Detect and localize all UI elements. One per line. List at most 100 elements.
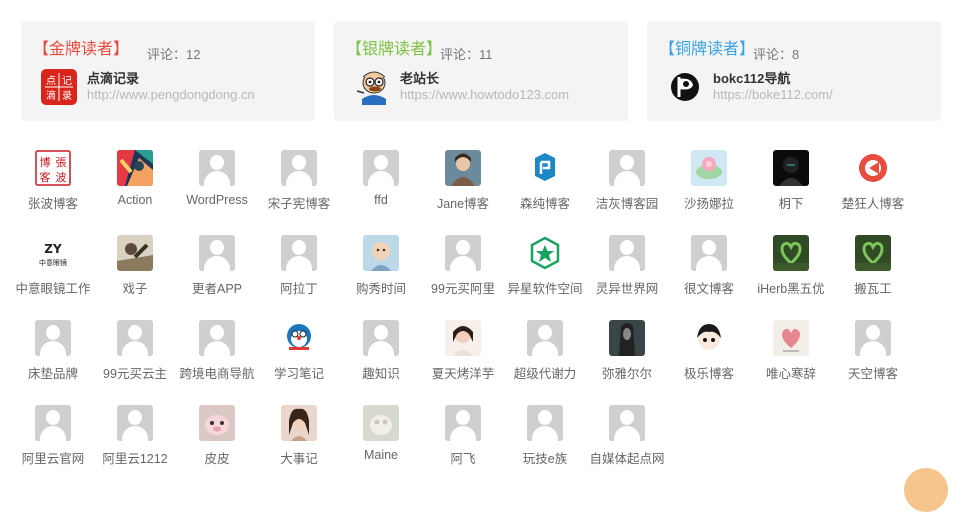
default-avatar-icon[interactable] bbox=[199, 235, 235, 271]
reader-name[interactable]: 搬瓦工 bbox=[826, 278, 920, 297]
reader-avatar[interactable] bbox=[773, 150, 809, 186]
reader-item[interactable]: 阿拉丁 bbox=[258, 235, 340, 297]
gold-reader-name[interactable]: 点滴记录 bbox=[87, 68, 139, 87]
reader-item[interactable]: Jane博客 bbox=[422, 150, 504, 212]
reader-avatar[interactable] bbox=[773, 235, 809, 271]
reader-name[interactable]: 森纯博客 bbox=[498, 193, 592, 212]
reader-item[interactable]: 极乐博客 bbox=[668, 320, 750, 382]
default-avatar-icon[interactable] bbox=[117, 320, 153, 356]
reader-item[interactable]: 枂下 bbox=[750, 150, 832, 212]
reader-name[interactable]: 中意眼镜工作 bbox=[6, 278, 100, 297]
reader-item[interactable]: 洁灰博客园 bbox=[586, 150, 668, 212]
reader-avatar[interactable] bbox=[445, 320, 481, 356]
default-avatar-icon[interactable] bbox=[199, 320, 235, 356]
reader-item[interactable]: 购秀时间 bbox=[340, 235, 422, 297]
default-avatar-icon[interactable] bbox=[691, 235, 727, 271]
default-avatar-icon[interactable] bbox=[609, 405, 645, 441]
reader-item[interactable]: 超级代谢力 bbox=[504, 320, 586, 382]
reader-name[interactable]: 超级代谢力 bbox=[498, 363, 592, 382]
reader-name[interactable]: 阿里云官网 bbox=[6, 448, 100, 467]
default-avatar-icon[interactable] bbox=[281, 150, 317, 186]
reader-avatar[interactable] bbox=[199, 405, 235, 441]
silver-reader-url[interactable]: https://www.howtodo123.com bbox=[400, 87, 569, 102]
silver-reader-name[interactable]: 老站长 bbox=[400, 68, 439, 87]
default-avatar-icon[interactable] bbox=[363, 150, 399, 186]
default-avatar-icon[interactable] bbox=[527, 320, 563, 356]
reader-avatar[interactable] bbox=[609, 320, 645, 356]
reader-item[interactable]: 99元买阿里 bbox=[422, 235, 504, 297]
reader-name[interactable]: 宋子宪博客 bbox=[252, 193, 346, 212]
reader-name[interactable]: 99元买云主 bbox=[88, 363, 182, 382]
reader-name[interactable]: 床垫品牌 bbox=[6, 363, 100, 382]
reader-item[interactable]: 弥雅尔尔 bbox=[586, 320, 668, 382]
reader-name[interactable]: 自媒体起点网 bbox=[580, 448, 674, 467]
reader-avatar[interactable] bbox=[691, 150, 727, 186]
reader-item[interactable]: 跨境电商导航 bbox=[176, 320, 258, 382]
default-avatar-icon[interactable] bbox=[445, 235, 481, 271]
reader-item[interactable]: 玩技e族 bbox=[504, 405, 586, 467]
reader-name[interactable]: 学习笔记 bbox=[252, 363, 346, 382]
reader-avatar[interactable] bbox=[281, 405, 317, 441]
reader-name[interactable]: Maine bbox=[334, 448, 428, 462]
reader-avatar[interactable] bbox=[527, 235, 563, 271]
reader-avatar[interactable] bbox=[445, 150, 481, 186]
reader-item[interactable]: 大事记 bbox=[258, 405, 340, 467]
default-avatar-icon[interactable] bbox=[609, 150, 645, 186]
reader-name[interactable]: 趣知识 bbox=[334, 363, 428, 382]
reader-name[interactable]: 大事记 bbox=[252, 448, 346, 467]
reader-item[interactable]: 天空博客 bbox=[832, 320, 914, 382]
reader-name[interactable]: 唯心寒辞 bbox=[744, 363, 838, 382]
reader-item[interactable]: 宋子宪博客 bbox=[258, 150, 340, 212]
reader-name[interactable]: iHerb黑五优 bbox=[744, 278, 838, 297]
bronze-reader-name[interactable]: bokc112导航 bbox=[713, 68, 790, 87]
reader-name[interactable]: ffd bbox=[334, 193, 428, 207]
reader-item[interactable]: 异星软件空间 bbox=[504, 235, 586, 297]
reader-name[interactable]: 弥雅尔尔 bbox=[580, 363, 674, 382]
reader-name[interactable]: 皮皮 bbox=[170, 448, 264, 467]
reader-name[interactable]: 阿拉丁 bbox=[252, 278, 346, 297]
reader-name[interactable]: 更者APP bbox=[170, 278, 264, 297]
reader-item[interactable]: 99元买云主 bbox=[94, 320, 176, 382]
reader-item[interactable]: 唯心寒辞 bbox=[750, 320, 832, 382]
reader-item[interactable]: ZY 中意眼镜 中意眼镜工作 bbox=[12, 235, 94, 297]
reader-item[interactable]: 博 張 客 波张波博客 bbox=[12, 150, 94, 212]
gold-reader-card[interactable]: 【金牌读者】 评论：12 点 记 滴 录 点滴记录 http://www.pen… bbox=[21, 21, 315, 121]
reader-name[interactable]: 天空博客 bbox=[826, 363, 920, 382]
reader-name[interactable]: 洁灰博客园 bbox=[580, 193, 674, 212]
reader-item[interactable]: 更者APP bbox=[176, 235, 258, 297]
reader-item[interactable]: 自媒体起点网 bbox=[586, 405, 668, 467]
default-avatar-icon[interactable] bbox=[35, 320, 71, 356]
reader-item[interactable]: 夏天烤洋芋 bbox=[422, 320, 504, 382]
reader-item[interactable]: 戏子 bbox=[94, 235, 176, 297]
reader-avatar[interactable] bbox=[281, 320, 317, 356]
reader-name[interactable]: 玩技e族 bbox=[498, 448, 592, 467]
default-avatar-icon[interactable] bbox=[363, 320, 399, 356]
reader-name[interactable]: 阿里云1212 bbox=[88, 448, 182, 467]
default-avatar-icon[interactable] bbox=[855, 320, 891, 356]
reader-item[interactable]: 很文博客 bbox=[668, 235, 750, 297]
reader-name[interactable]: 沙扬娜拉 bbox=[662, 193, 756, 212]
reader-item[interactable]: 楚狂人博客 bbox=[832, 150, 914, 212]
reader-name[interactable]: 99元买阿里 bbox=[416, 278, 510, 297]
reader-avatar[interactable] bbox=[855, 235, 891, 271]
reader-avatar[interactable] bbox=[117, 235, 153, 271]
reader-item[interactable]: 趣知识 bbox=[340, 320, 422, 382]
back-to-top-button[interactable] bbox=[904, 468, 948, 512]
reader-item[interactable]: 皮皮 bbox=[176, 405, 258, 467]
reader-item[interactable]: 床垫品牌 bbox=[12, 320, 94, 382]
reader-avatar[interactable] bbox=[363, 405, 399, 441]
bronze-reader-card[interactable]: 【铜牌读者】 评论：8 bokc112导航 https://boke112.co… bbox=[647, 21, 941, 121]
reader-item[interactable]: 学习笔记 bbox=[258, 320, 340, 382]
reader-name[interactable]: 楚狂人博客 bbox=[826, 193, 920, 212]
reader-name[interactable]: 极乐博客 bbox=[662, 363, 756, 382]
reader-avatar[interactable] bbox=[691, 320, 727, 356]
reader-name[interactable]: 灵异世界网 bbox=[580, 278, 674, 297]
reader-name[interactable]: Jane博客 bbox=[416, 193, 510, 212]
reader-avatar[interactable]: 博 張 客 波 bbox=[35, 150, 71, 186]
reader-item[interactable]: iHerb黑五优 bbox=[750, 235, 832, 297]
reader-name[interactable]: 戏子 bbox=[88, 278, 182, 297]
default-avatar-icon[interactable] bbox=[609, 235, 645, 271]
reader-avatar[interactable] bbox=[527, 150, 563, 186]
bokc-avatar[interactable] bbox=[667, 69, 703, 105]
reader-name[interactable]: 异星软件空间 bbox=[498, 278, 592, 297]
